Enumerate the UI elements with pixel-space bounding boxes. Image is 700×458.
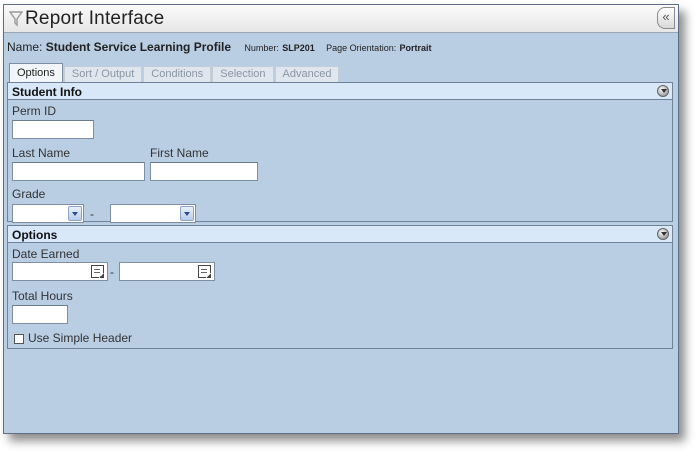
tab-options[interactable]: Options [9,63,63,82]
grade-range-dash: - [90,207,94,221]
window-title: Report Interface [25,8,165,29]
report-info-bar: Name: Student Service Learning Profile N… [7,40,440,54]
funnel-icon [8,11,24,27]
orientation-label: Page Orientation: [326,43,397,53]
tab-selection[interactable]: Selection [212,66,274,82]
tab-conditions[interactable]: Conditions [143,66,212,82]
number-label: Number: [244,43,279,53]
grade-label: Grade [12,187,46,201]
collapse-circle-icon[interactable] [657,228,669,240]
report-number: SLP201 [282,43,315,53]
options-panel: Options Date Earned - Total Hours Use Si… [7,225,673,349]
tab-advanced[interactable]: Advanced [274,66,340,82]
first-name-input[interactable] [150,162,258,181]
page-orientation: Portrait [399,43,432,53]
date-range-dash: - [110,265,114,279]
name-label: Name: [7,40,43,54]
simple-header-label: Use Simple Header [28,331,133,345]
tab-sort-output[interactable]: Sort / Output [63,66,143,82]
grade-from-select[interactable] [12,204,84,223]
report-name: Student Service Learning Profile [45,40,232,54]
tab-bar: Options Sort / Output Conditions Selecti… [9,62,340,82]
date-earned-label: Date Earned [12,247,80,261]
student-info-header: Student Info [8,83,672,100]
grade-to-select[interactable] [110,204,196,223]
calendar-icon[interactable] [198,265,211,278]
collapse-circle-icon[interactable] [657,85,669,97]
simple-header-checkbox[interactable] [14,334,24,344]
last-name-label: Last Name [12,146,71,160]
student-info-panel: Student Info Perm ID Last Name First Nam… [7,82,673,223]
chevron-down-icon[interactable] [68,206,82,221]
perm-id-label: Perm ID [12,104,57,118]
calendar-icon[interactable] [91,265,104,278]
total-hours-input[interactable] [12,305,68,324]
title-bar: Report Interface « [4,5,678,33]
total-hours-label: Total Hours [12,289,73,303]
chevron-down-icon[interactable] [180,206,194,221]
collapse-button[interactable]: « [657,7,675,29]
report-interface-window: Report Interface « Name: Student Service… [3,4,679,434]
date-to-input[interactable] [119,262,215,281]
perm-id-input[interactable] [12,120,94,139]
last-name-input[interactable] [12,162,145,181]
first-name-label: First Name [150,146,209,160]
options-title: Options [12,228,58,242]
date-from-input[interactable] [12,262,108,281]
options-header: Options [8,226,672,243]
student-info-title: Student Info [12,85,82,99]
